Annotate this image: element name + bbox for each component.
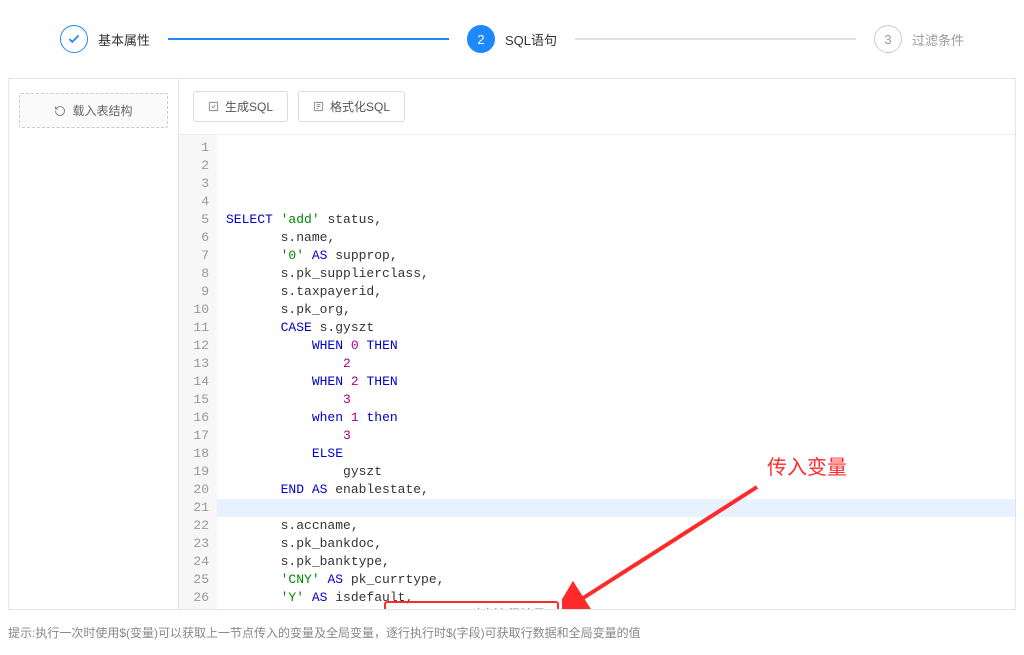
code-line[interactable]: s.name, (217, 229, 1015, 247)
code-line[interactable]: WHEN 0 THEN (217, 337, 1015, 355)
code-line[interactable]: 3 (217, 391, 1015, 409)
code-line[interactable]: 'CNY' AS pk_currtype, (217, 571, 1015, 589)
hint-text: 提示:执行一次时使用$(变量)可以获取上一节点传入的变量及全局变量，逐行执行时$… (0, 610, 1024, 655)
format-sql-label: 格式化SQL (330, 98, 390, 115)
code-line[interactable]: CASE s.gyszt (217, 319, 1015, 337)
code-line[interactable]: ELSE (217, 445, 1015, 463)
code-line[interactable]: when 1 then (217, 409, 1015, 427)
format-sql-button[interactable]: 格式化SQL (298, 91, 405, 122)
code-line[interactable]: '0' AS supprop, (217, 247, 1015, 265)
code-line[interactable]: s.taxpayerid, (217, 283, 1015, 301)
main-panel: 载入表结构 生成SQL 格式化SQL 123456789101112131415… (8, 78, 1016, 610)
step-sql[interactable]: 2 SQL语句 (467, 25, 557, 53)
step-label: 过滤条件 (912, 30, 964, 49)
format-icon (313, 101, 324, 112)
code-line[interactable]: s.pk_bankdoc, (217, 535, 1015, 553)
step-number: 3 (874, 25, 902, 53)
step-number: 2 (467, 25, 495, 53)
toolbar: 生成SQL 格式化SQL (179, 79, 1015, 135)
code-line[interactable]: SELECT 'add' status, (217, 211, 1015, 229)
step-label: 基本属性 (98, 30, 150, 49)
code-line[interactable]: 2 (217, 355, 1015, 373)
code-line[interactable] (217, 499, 1015, 517)
code-line[interactable]: 'Y' AS isdefault, (217, 589, 1015, 607)
code-line[interactable]: gyszt (217, 463, 1015, 481)
sql-editor[interactable]: 1234567891011121314151617181920212223242… (179, 135, 1015, 609)
load-table-structure-label: 载入表结构 (72, 102, 132, 119)
generate-sql-label: 生成SQL (225, 98, 273, 115)
code-line[interactable]: s.dyoalcbh def5, ---OA对应流程编号 (217, 607, 1015, 609)
generate-sql-button[interactable]: 生成SQL (193, 91, 288, 122)
steps-header: 基本属性 2 SQL语句 3 过滤条件 (0, 0, 1024, 68)
step-filter[interactable]: 3 过滤条件 (874, 25, 964, 53)
code-line[interactable]: WHEN 2 THEN (217, 373, 1015, 391)
step-label: SQL语句 (505, 30, 557, 49)
code-line[interactable]: s.accname, (217, 517, 1015, 535)
content-area: 生成SQL 格式化SQL 123456789101112131415161718… (179, 79, 1015, 609)
step-connector (575, 38, 856, 40)
load-table-structure-button[interactable]: 载入表结构 (19, 93, 168, 128)
generate-icon (208, 101, 219, 112)
code-area[interactable]: SELECT 'add' status, s.name, '0' AS supp… (217, 135, 1015, 609)
step-connector (168, 38, 449, 40)
sidebar: 载入表结构 (9, 79, 179, 609)
code-line[interactable]: 3 (217, 427, 1015, 445)
code-line[interactable]: s.pk_supplierclass, (217, 265, 1015, 283)
check-icon (60, 25, 88, 53)
code-line[interactable]: s.pk_org, (217, 301, 1015, 319)
line-gutter: 1234567891011121314151617181920212223242… (179, 135, 217, 609)
code-line[interactable]: END AS enablestate, (217, 481, 1015, 499)
step-basic-props[interactable]: 基本属性 (60, 25, 150, 53)
reload-icon (54, 105, 66, 117)
code-line[interactable]: s.pk_banktype, (217, 553, 1015, 571)
